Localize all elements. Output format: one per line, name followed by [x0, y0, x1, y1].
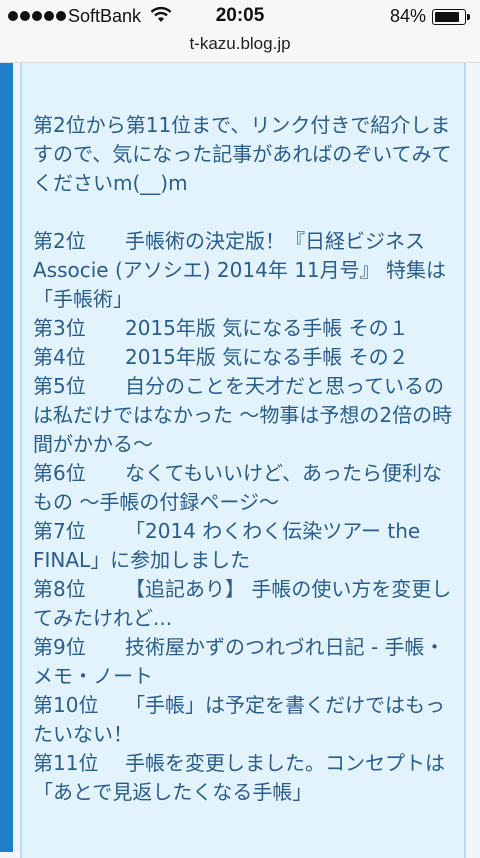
ranking-rank: 第10位	[33, 693, 99, 717]
left-accent-bar	[0, 63, 13, 852]
status-bar: SoftBank 20:05 84%	[0, 0, 480, 32]
ranking-rank: 第9位	[33, 635, 86, 659]
address-bar[interactable]: t-kazu.blog.jp	[0, 32, 480, 63]
ranking-item: 第3位 2015年版 気になる手帳 その１	[33, 314, 453, 343]
ranking-link[interactable]: 2015年版 気になる手帳 その２	[125, 345, 409, 369]
ranking-item: 第9位 技術屋かずのつれづれ日記 - 手帳・メモ・ノート	[33, 633, 453, 691]
ranking-item: 第2位 手帳術の決定版！『日経ビジネス Associe (アソシエ) 2014年 …	[33, 227, 453, 314]
wifi-icon	[150, 6, 172, 22]
battery-percent: 84%	[390, 6, 427, 26]
ranking-rank: 第2位	[33, 229, 86, 253]
ranking-item: 第8位 【追記あり】 手帳の使い方を変更してみたけれど...	[33, 575, 453, 633]
ranking-item: 第5位 自分のことを天才だと思っているのは私だけではなかった 〜物事は予想の2倍の…	[33, 372, 453, 459]
ranking-rank: 第8位	[33, 577, 86, 601]
ranking-item: 第4位 2015年版 気になる手帳 その２	[33, 343, 453, 372]
ranking-rank: 第4位	[33, 345, 86, 369]
ranking-rank: 第3位	[33, 316, 86, 340]
ranking-rank: 第11位	[33, 751, 99, 775]
ranking-rank: 第6位	[33, 461, 86, 485]
url-text[interactable]: t-kazu.blog.jp	[0, 34, 480, 54]
ranking-item: 第10位 「手帳」は予定を書くだけではもったいない！	[33, 691, 453, 749]
carrier-name: SoftBank	[68, 6, 142, 26]
ranking-list: 第2位 手帳術の決定版！『日経ビジネス Associe (アソシエ) 2014年 …	[33, 227, 453, 807]
intro-text: 第2位から第11位まで、リンク付きで紹介しますので、気になった記事があればのぞい…	[33, 113, 452, 195]
battery-icon	[432, 9, 470, 25]
right-gutter	[466, 63, 480, 852]
ranking-rank: 第5位	[33, 374, 86, 398]
ranking-item: 第6位 なくてもいいけど、あったら便利なもの 〜手帳の付録ページ〜	[33, 459, 453, 517]
ranking-rank: 第7位	[33, 519, 86, 543]
ranking-item: 第11位 手帳を変更しました。コンセプトは「あとで見返したくなる手帳」	[33, 749, 453, 807]
article-body: 第2位から第11位まで、リンク付きで紹介しますので、気になった記事があればのぞい…	[33, 111, 453, 807]
ranking-link[interactable]: 2015年版 気になる手帳 その１	[125, 316, 409, 340]
left-gutter	[13, 63, 20, 852]
signal-strength-icon	[8, 11, 66, 21]
ranking-item: 第7位 「2014 わくわく伝染ツアー the FINAL」に参加しました	[33, 517, 453, 575]
